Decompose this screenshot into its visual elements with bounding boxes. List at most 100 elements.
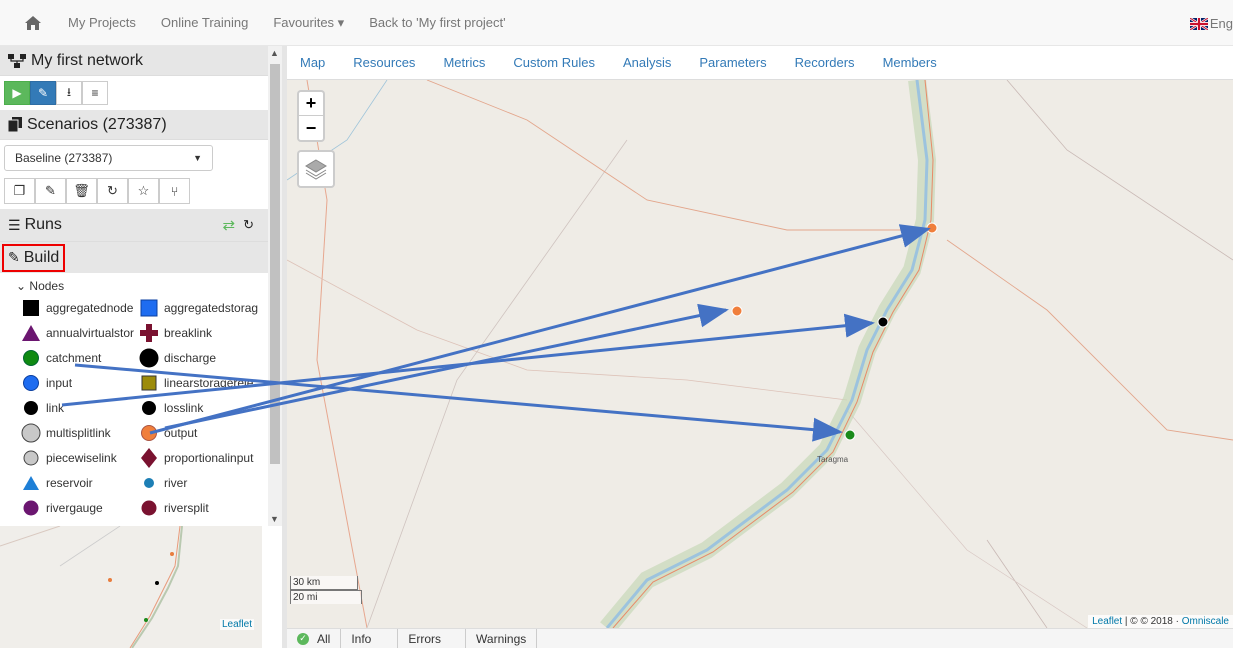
top-navbar: My Projects Online Training Favourites ▾…	[0, 0, 1233, 46]
wrench-icon: ✎	[37, 86, 49, 100]
node-type-breaklink[interactable]: breaklink	[138, 320, 268, 345]
minimap-attribution[interactable]: Leaflet	[219, 619, 254, 630]
node-type-label: proportionalinput	[164, 450, 254, 465]
network-header: My first network	[0, 46, 268, 76]
check-circle-icon: ✓	[297, 632, 309, 645]
tab-metrics[interactable]: Metrics	[443, 55, 485, 70]
log-tab-warnings[interactable]: Warnings	[466, 628, 538, 648]
node-type-river[interactable]: river	[138, 470, 268, 495]
overview-minimap[interactable]: Leaflet	[0, 526, 262, 648]
leaflet-link[interactable]: Leaflet	[1092, 616, 1122, 627]
trash-icon: 🗑	[73, 183, 90, 198]
output-node-marker[interactable]	[731, 305, 743, 317]
node-type-label: linearstoragerele	[164, 375, 254, 390]
scroll-down-icon[interactable]: ▼	[270, 514, 279, 524]
node-type-label: aggregatedstorag	[164, 300, 259, 315]
node-type-label: output	[164, 425, 198, 440]
purple-circle-icon	[20, 497, 42, 519]
node-type-losslink[interactable]: losslink	[138, 395, 268, 420]
refresh-runs-icon[interactable]: ↻	[243, 217, 254, 233]
zoom-in-button[interactable]: +	[299, 92, 323, 116]
runs-header[interactable]: ☰ Runs ⇄ ↻	[0, 209, 268, 241]
download-button[interactable]: ⭳	[56, 81, 82, 105]
node-type-proportionalinput[interactable]: proportionalinput	[138, 445, 268, 470]
log-tab-info[interactable]: Info	[341, 628, 399, 648]
edit-network-button[interactable]: ✎	[30, 81, 56, 105]
scale-km: 30 km	[290, 576, 358, 590]
nodes-title: Nodes	[29, 279, 65, 293]
black-circle-icon	[138, 397, 160, 419]
black-circle-large-icon	[138, 347, 160, 369]
log-tab-warnings-label: Warnings	[476, 631, 527, 646]
tab-resources[interactable]: Resources	[353, 55, 415, 70]
node-type-link[interactable]: link	[20, 395, 138, 420]
node-type-label: piecewiselink	[46, 450, 117, 465]
omniscale-link[interactable]: Omniscale	[1182, 616, 1229, 627]
nav-back-to-project[interactable]: Back to 'My first project'	[369, 15, 505, 30]
scenario-select[interactable]: Baseline (273387) ▼	[4, 145, 213, 171]
branch-scenario-button[interactable]: ⑂	[159, 178, 190, 204]
minimap-output-node	[108, 578, 112, 582]
grey-circle-large-icon	[20, 422, 42, 444]
log-tab-errors[interactable]: Errors	[398, 628, 467, 648]
node-type-catchment[interactable]: catchment	[20, 345, 138, 370]
maroon-cross-icon	[138, 322, 160, 344]
black-square-icon	[20, 297, 42, 319]
nodes-section-toggle[interactable]: ⌄ Nodes	[0, 273, 268, 295]
home-icon[interactable]	[24, 15, 44, 31]
node-type-input[interactable]: input	[20, 370, 138, 395]
catchment-node-marker[interactable]	[844, 429, 856, 441]
tab-map[interactable]: Map	[300, 55, 325, 70]
run-button[interactable]: ▶	[4, 81, 30, 105]
language-selector[interactable]: Eng	[1189, 16, 1233, 31]
map-attribution: Leaflet | © © 2018 · Omniscale	[1088, 615, 1233, 628]
node-type-discharge[interactable]: discharge	[138, 345, 268, 370]
node-type-annualvirtualstor[interactable]: annualvirtualstor	[20, 320, 138, 345]
link-node-marker[interactable]	[877, 316, 889, 328]
nav-favourites-dropdown[interactable]: Favourites ▾	[273, 15, 344, 31]
layers-control[interactable]	[297, 150, 335, 188]
nav-online-training[interactable]: Online Training	[161, 15, 248, 30]
node-type-label: rivergauge	[46, 500, 103, 515]
sidebar-scroll-area[interactable]: My first network ▶ ✎ ⭳ ≡ Scenarios (2733…	[0, 46, 268, 526]
map-scale: 30 km 20 mi	[290, 576, 362, 604]
log-tab-all-label: All	[317, 631, 331, 646]
clone-icon: ❐	[13, 183, 26, 198]
tab-parameters[interactable]: Parameters	[699, 55, 766, 70]
log-tab-all[interactable]: ✓ All	[287, 628, 342, 648]
map-canvas[interactable]: Taragma + − 30 km 20 mi Leaflet | © © 20…	[287, 80, 1233, 628]
tab-analysis[interactable]: Analysis	[623, 55, 671, 70]
delete-scenario-button[interactable]: 🗑	[66, 178, 97, 204]
node-type-output[interactable]: output	[138, 420, 268, 445]
node-type-aggregatedstorag[interactable]: aggregatedstorag	[138, 295, 268, 320]
node-type-piecewiselink[interactable]: piecewiselink	[20, 445, 138, 470]
refresh-scenario-button[interactable]: ↻	[97, 178, 128, 204]
node-type-reservoir[interactable]: reservoir	[20, 470, 138, 495]
nav-my-projects[interactable]: My Projects	[68, 15, 136, 30]
favourite-scenario-button[interactable]: ☆	[128, 178, 159, 204]
node-type-riversplit[interactable]: riversplit	[138, 495, 268, 520]
node-type-multisplitlink[interactable]: multisplitlink	[20, 420, 138, 445]
build-header[interactable]: ✎ Build	[0, 241, 268, 273]
tab-members[interactable]: Members	[883, 55, 937, 70]
tab-recorders[interactable]: Recorders	[795, 55, 855, 70]
minimap-output-node	[170, 552, 174, 556]
node-type-rivergauge[interactable]: rivergauge	[20, 495, 138, 520]
sidebar-scrollbar[interactable]: ▲ ▼	[268, 46, 282, 526]
node-type-label: input	[46, 375, 73, 390]
zoom-out-button[interactable]: −	[299, 116, 323, 140]
copy-scenario-button[interactable]: ❐	[4, 178, 35, 204]
node-type-aggregatednode[interactable]: aggregatednode	[20, 295, 138, 320]
copy-icon	[8, 117, 22, 132]
tab-custom-rules[interactable]: Custom Rules	[513, 55, 595, 70]
node-type-label: reservoir	[46, 475, 93, 490]
output-node-marker[interactable]	[926, 222, 938, 234]
scrollbar-thumb[interactable]	[270, 64, 280, 464]
maroon-circle-icon	[138, 497, 160, 519]
settings-button[interactable]: ≡	[82, 81, 108, 105]
compare-icon[interactable]: ⇄	[223, 216, 236, 234]
scroll-up-icon[interactable]: ▲	[270, 48, 279, 58]
edit-scenario-button[interactable]: ✎	[35, 178, 66, 204]
node-type-linearstoragerele[interactable]: linearstoragerele	[138, 370, 268, 395]
minimap-link-node	[155, 581, 159, 585]
